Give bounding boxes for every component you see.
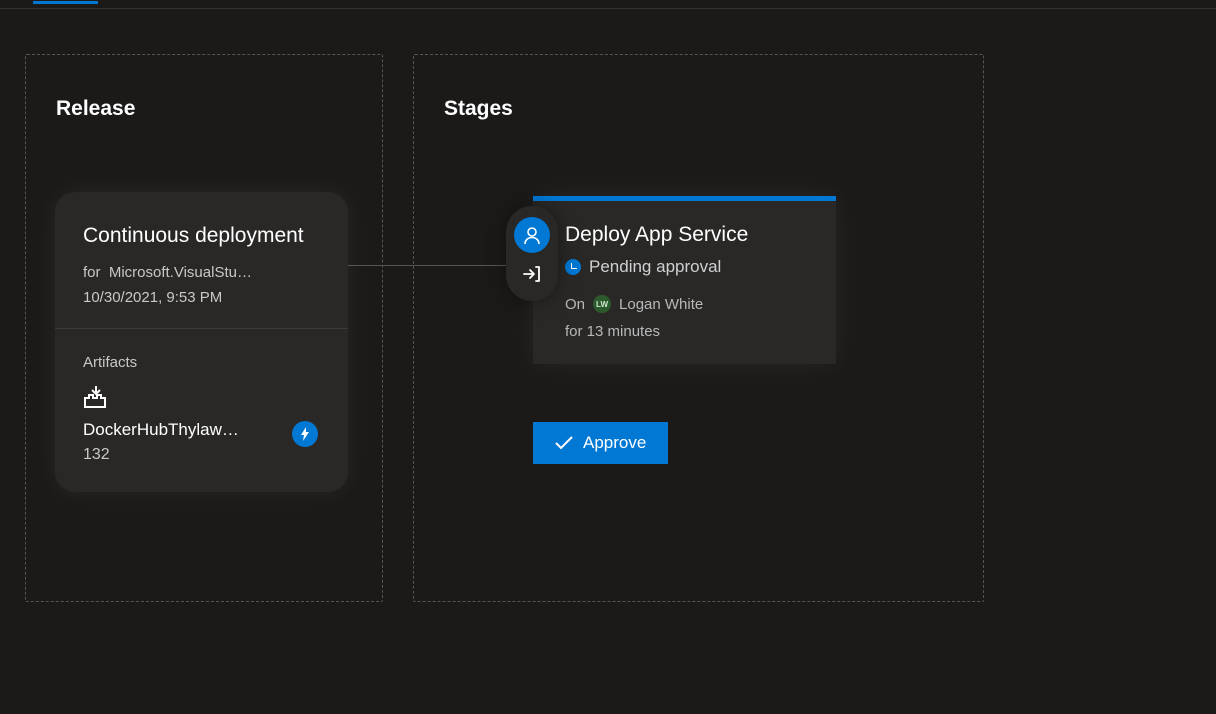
release-datetime: 10/30/2021, 9:53 PM <box>83 289 320 306</box>
top-bar <box>0 0 1216 8</box>
release-for-line: for Microsoft.VisualStu… <box>83 264 320 281</box>
enter-stage-icon <box>521 263 543 290</box>
stage-name: Deploy App Service <box>565 223 812 247</box>
connector-line <box>348 265 518 266</box>
release-card[interactable]: Continuous deployment for Microsoft.Visu… <box>55 192 348 492</box>
stage-status-text: Pending approval <box>589 257 721 277</box>
on-prefix: On <box>565 296 585 313</box>
approve-button-label: Approve <box>583 433 646 453</box>
check-icon <box>555 436 573 450</box>
artifact-build-number: 132 <box>83 446 320 464</box>
clock-icon <box>565 259 581 275</box>
stage-status-row: Pending approval <box>565 257 812 277</box>
release-panel-title: Release <box>26 55 382 146</box>
stage-duration: for 13 minutes <box>565 323 812 340</box>
predeploy-gate[interactable] <box>506 206 558 301</box>
approver-name: Logan White <box>619 296 703 313</box>
artifact-name: DockerHubThylaw… <box>83 420 320 440</box>
stage-approver-row: On LW Logan White <box>565 295 812 313</box>
pre-approval-icon-badge <box>514 217 550 253</box>
stage-card[interactable]: Deploy App Service Pending approval On L… <box>533 196 836 364</box>
cd-trigger-badge[interactable] <box>292 421 318 447</box>
person-icon <box>522 225 542 245</box>
artifacts-label: Artifacts <box>83 354 320 371</box>
release-trigger-title: Continuous deployment <box>83 224 320 248</box>
stages-panel-title: Stages <box>414 55 983 146</box>
pipeline-canvas: Release Stages Continuous deployment for… <box>0 9 1216 79</box>
active-tab-underline <box>33 1 98 4</box>
release-for-prefix: for <box>83 264 101 281</box>
release-for-value: Microsoft.VisualStu… <box>109 264 252 281</box>
approve-button[interactable]: Approve <box>533 422 668 464</box>
approver-avatar: LW <box>593 295 611 313</box>
artifact-icon <box>83 396 109 413</box>
